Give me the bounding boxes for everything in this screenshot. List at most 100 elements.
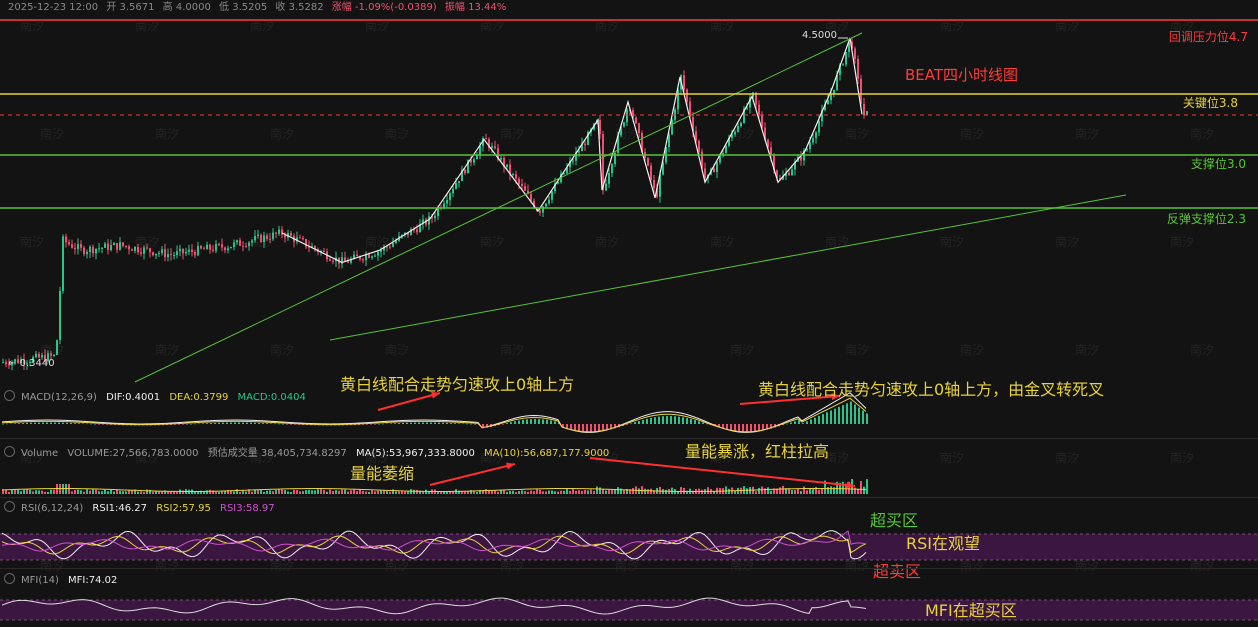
volume-title: Volume VOLUME:27,566,783.0000 预估成交量 38,4… (4, 444, 615, 459)
candle-body (638, 123, 640, 134)
volume-bar (593, 491, 595, 494)
volume-bar (557, 491, 559, 494)
zigzag-line (281, 37, 863, 264)
volume-bar (26, 489, 28, 494)
volume-bar (707, 487, 709, 494)
macd-histogram-bar (34, 422, 36, 424)
candle-body (515, 174, 517, 179)
watermark-text: 南汐 (1170, 234, 1194, 249)
candle-body (500, 157, 502, 160)
macd-histogram-bar (802, 423, 804, 424)
macd-histogram-bar (638, 420, 640, 424)
macd-histogram-bar (206, 423, 208, 424)
candle-body (209, 244, 211, 250)
volume-bar (107, 491, 109, 494)
volume-bar (92, 489, 94, 494)
candle-body (302, 237, 304, 240)
watermark-text: 南汐 (40, 342, 64, 357)
watermark-text: 南汐 (480, 234, 504, 249)
macd-histogram-bar (674, 416, 676, 424)
macd-histogram-bar (230, 422, 232, 424)
level-resistance: 回调压力位4.7 (1168, 30, 1248, 44)
volume-bar (146, 489, 148, 494)
volume-bar (344, 489, 346, 494)
candle-body (392, 242, 394, 247)
candle-body (119, 242, 121, 250)
volume-bar (14, 489, 16, 494)
candle-body (545, 203, 547, 207)
macd-histogram-bar (178, 424, 180, 425)
volume-bar (725, 486, 727, 494)
macd-histogram-bar (630, 423, 632, 424)
macd-histogram-bar (586, 424, 588, 432)
watermark-text: 南汐 (270, 126, 294, 141)
volume-bar (278, 489, 280, 494)
volume-bar (326, 491, 328, 494)
candle-body (239, 240, 241, 246)
volume-bar (821, 488, 823, 494)
volume-bar (305, 490, 307, 494)
candle-body (512, 174, 514, 176)
macd-histogram-bar (398, 423, 400, 424)
watermark-text: 南汐 (385, 342, 409, 357)
volume-bar (371, 490, 373, 494)
macd-histogram-bar (746, 424, 748, 432)
macd-histogram-bar (286, 424, 288, 425)
macd-histogram-bar (470, 423, 472, 425)
volume-bar (77, 489, 79, 494)
bell-icon (4, 573, 15, 584)
candle-body (71, 244, 73, 248)
volume-bar (440, 491, 442, 494)
candle-body (251, 240, 253, 243)
macd-histogram-bar (274, 423, 276, 425)
watermark-text: 南汐 (615, 342, 639, 357)
candle-body (506, 164, 508, 167)
macd-histogram-bar (102, 424, 104, 425)
volume-bar (584, 489, 586, 494)
candle-body (107, 243, 109, 251)
candle-body (95, 248, 97, 254)
macd-histogram-bar (378, 423, 380, 425)
macd-histogram-bar (386, 423, 388, 425)
volume-bar (506, 491, 508, 494)
volume-bar (113, 491, 115, 494)
candle-body (2, 362, 4, 364)
candle-body (374, 255, 376, 257)
candle-body (788, 172, 790, 176)
volume-bar (767, 487, 769, 494)
candle-body (863, 103, 865, 116)
volume-bar (236, 489, 238, 494)
candle-body (122, 242, 124, 246)
macd-histogram-bar (530, 419, 532, 424)
macd-histogram-bar (686, 418, 688, 424)
volume-bar (338, 490, 340, 494)
volume-bar (86, 489, 88, 494)
macd-histogram-bar (38, 422, 40, 424)
candle-body (92, 246, 94, 254)
watermark-text: 南汐 (1190, 126, 1214, 141)
candle-body (116, 243, 118, 250)
candle-body (329, 259, 331, 261)
candle-body (242, 245, 244, 247)
macd-histogram-bar (450, 423, 452, 424)
candle-body (362, 259, 364, 261)
watermark-text: 南汐 (825, 234, 849, 249)
macd-histogram-bar (410, 422, 412, 424)
macd-histogram-bar (826, 412, 828, 424)
macd-histogram-bar (290, 424, 292, 425)
volume-bar (47, 491, 49, 494)
macd-histogram-bar (554, 421, 556, 424)
watermark-text: 南汐 (500, 342, 524, 357)
volume-bar (770, 490, 772, 494)
volume-bar (317, 489, 319, 494)
macd-histogram-bar (834, 408, 836, 424)
level-support: 支撑位3.0 (1190, 157, 1246, 171)
volume-bar (38, 490, 40, 494)
candle-body (215, 243, 217, 251)
candles (2, 37, 868, 371)
volume-bar (632, 488, 634, 494)
candle-body (812, 138, 814, 143)
volume-bar (659, 486, 661, 494)
volume-bar (143, 491, 145, 494)
macd-histogram-bar (858, 407, 860, 424)
